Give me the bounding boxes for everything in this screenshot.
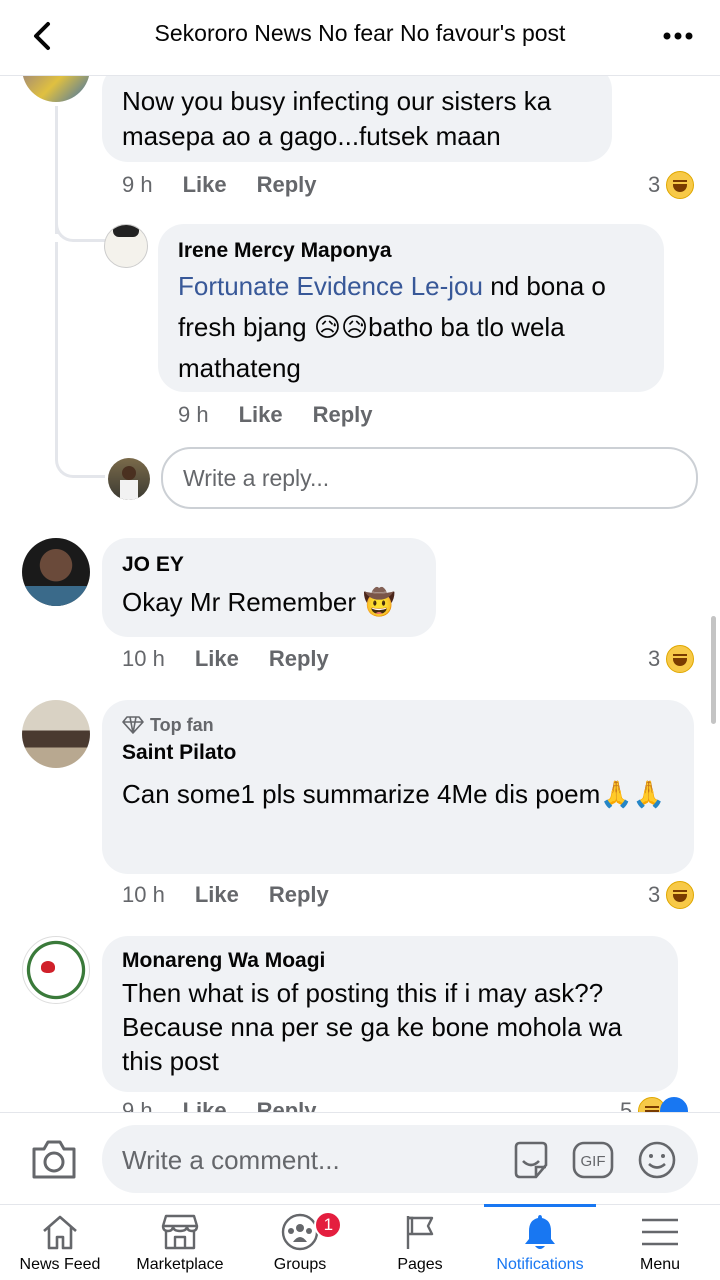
reaction-count[interactable]: 3 (648, 644, 695, 674)
comment-time: 10 h (122, 646, 165, 671)
comment-text: Now you busy infecting our sisters ka ma… (122, 86, 552, 151)
sticker-button[interactable] (510, 1139, 552, 1181)
reply-input-placeholder: Write a reply... (183, 464, 330, 491)
scrollbar[interactable] (711, 616, 716, 724)
commenter-name[interactable]: Saint Pilato (122, 740, 674, 766)
commenter-name[interactable]: Irene Mercy Maponya (178, 238, 644, 264)
comment-bubble[interactable]: JO EY Okay Mr Remember 🤠 (102, 538, 436, 637)
reply-button[interactable]: Reply (257, 1098, 317, 1112)
like-button[interactable]: Like (195, 882, 239, 908)
tab-news-feed[interactable]: News Feed (0, 1205, 120, 1280)
more-options-button[interactable] (658, 16, 698, 56)
comment-bubble[interactable]: Top fan Saint Pilato Can some1 pls summa… (102, 700, 694, 874)
like-button[interactable]: Like (195, 646, 239, 672)
comment-text: Can some1 pls summarize 4Me dis poem🙏🙏 (122, 779, 666, 809)
haha-reaction-icon (666, 171, 695, 199)
comment-text: Fortunate Evidence Le-jou nd bona o fres… (178, 266, 644, 389)
reaction-count-value: 3 (648, 882, 661, 907)
haha-reaction-icon (666, 645, 695, 673)
reply-button[interactable]: Reply (269, 646, 329, 672)
bottom-tab-bar: News Feed Marketplace 1 Groups Pages Not… (0, 1204, 720, 1280)
page-title: Sekororo News No fear No favour's post (154, 20, 566, 46)
comment-time: 9 h (122, 172, 153, 197)
more-dots-icon (663, 32, 693, 40)
reply-button[interactable]: Reply (269, 882, 329, 908)
sticker-icon (514, 1141, 548, 1179)
top-fan-badge: Top fan (122, 714, 674, 736)
flag-icon (406, 1216, 434, 1249)
like-button[interactable]: Like (239, 402, 283, 428)
tab-pages[interactable]: Pages (360, 1205, 480, 1280)
haha-reaction-icon (666, 881, 695, 909)
tab-menu[interactable]: Menu (600, 1205, 720, 1280)
avatar[interactable] (22, 538, 90, 606)
reaction-count[interactable]: 3 (648, 170, 695, 200)
comment-meta: 9 h Like Reply (122, 1096, 347, 1112)
avatar[interactable] (104, 224, 148, 268)
comment-meta: 10 h Like Reply (122, 880, 359, 910)
tab-label: Notifications (496, 1256, 584, 1273)
like-reaction-icon (660, 1097, 689, 1112)
comment-text: Okay Mr Remember 🤠 (122, 587, 396, 617)
camera-button[interactable] (30, 1137, 78, 1181)
tab-label: Groups (273, 1256, 327, 1273)
thread-line (55, 242, 58, 442)
reply-button[interactable]: Reply (313, 402, 373, 428)
comment-meta: 9 h Like Reply (178, 400, 403, 430)
comment-bubble[interactable]: Now you busy infecting our sisters ka ma… (102, 76, 612, 162)
tab-marketplace[interactable]: Marketplace (120, 1205, 240, 1280)
diamond-icon (122, 716, 144, 734)
emoji-button[interactable] (636, 1139, 678, 1181)
commenter-name[interactable]: Monareng Wa Moagi (122, 948, 658, 974)
reaction-count[interactable]: 3 (648, 880, 695, 910)
gif-icon-label: GIF (581, 1153, 606, 1170)
like-button[interactable]: Like (183, 1098, 227, 1112)
tab-label: News Feed (19, 1256, 101, 1273)
groups-icon (281, 1213, 319, 1251)
comment-meta: 9 h Like Reply (122, 170, 347, 200)
comment-bubble[interactable]: Irene Mercy Maponya Fortunate Evidence L… (158, 224, 664, 392)
comments-list: Now you busy infecting our sisters ka ma… (0, 76, 720, 1112)
comment-input-placeholder: Write a comment... (122, 1145, 340, 1175)
comment-input[interactable]: Write a comment... GIF (102, 1125, 698, 1193)
comment-time: 10 h (122, 882, 165, 907)
camera-icon (32, 1140, 76, 1179)
avatar[interactable] (22, 76, 90, 102)
avatar[interactable] (22, 700, 90, 768)
comment-meta: 10 h Like Reply (122, 644, 359, 674)
top-fan-label: Top fan (150, 714, 214, 735)
reply-input[interactable]: Write a reply... (161, 447, 698, 509)
commenter-name[interactable]: JO EY (122, 552, 416, 578)
smiley-icon (638, 1141, 676, 1179)
gif-icon: GIF (572, 1141, 614, 1179)
reply-button[interactable]: Reply (257, 172, 317, 198)
tab-label: Marketplace (136, 1256, 224, 1273)
store-icon (161, 1214, 199, 1250)
user-avatar (108, 458, 150, 500)
reaction-count-value: 3 (648, 172, 661, 197)
reaction-count-value: 3 (648, 646, 661, 671)
thread-connector (55, 200, 105, 242)
tab-notifications[interactable]: Notifications (480, 1204, 600, 1280)
mention-link[interactable]: Fortunate Evidence Le-jou (178, 271, 483, 301)
home-icon (43, 1215, 77, 1250)
comment-composer: Write a comment... GIF (0, 1112, 720, 1204)
bell-icon (525, 1215, 555, 1249)
tab-label: Menu (639, 1256, 681, 1273)
avatar[interactable] (22, 936, 90, 1004)
reaction-count-value: 5 (620, 1098, 633, 1112)
hamburger-icon (642, 1218, 678, 1246)
top-bar: Sekororo News No fear No favour's post (0, 0, 720, 76)
tab-label: Pages (397, 1256, 443, 1273)
comment-bubble[interactable]: Monareng Wa Moagi Then what is of postin… (102, 936, 678, 1092)
comment-text: Then what is of posting this if i may as… (122, 978, 623, 1076)
gif-button[interactable]: GIF (572, 1139, 614, 1181)
comment-time: 9 h (178, 402, 209, 427)
tab-groups[interactable]: 1 Groups (240, 1205, 360, 1280)
thread-connector (55, 436, 105, 478)
comment-time: 9 h (122, 1098, 153, 1112)
notification-badge: 1 (314, 1211, 343, 1239)
reaction-count[interactable]: 5 (620, 1096, 689, 1112)
like-button[interactable]: Like (183, 172, 227, 198)
